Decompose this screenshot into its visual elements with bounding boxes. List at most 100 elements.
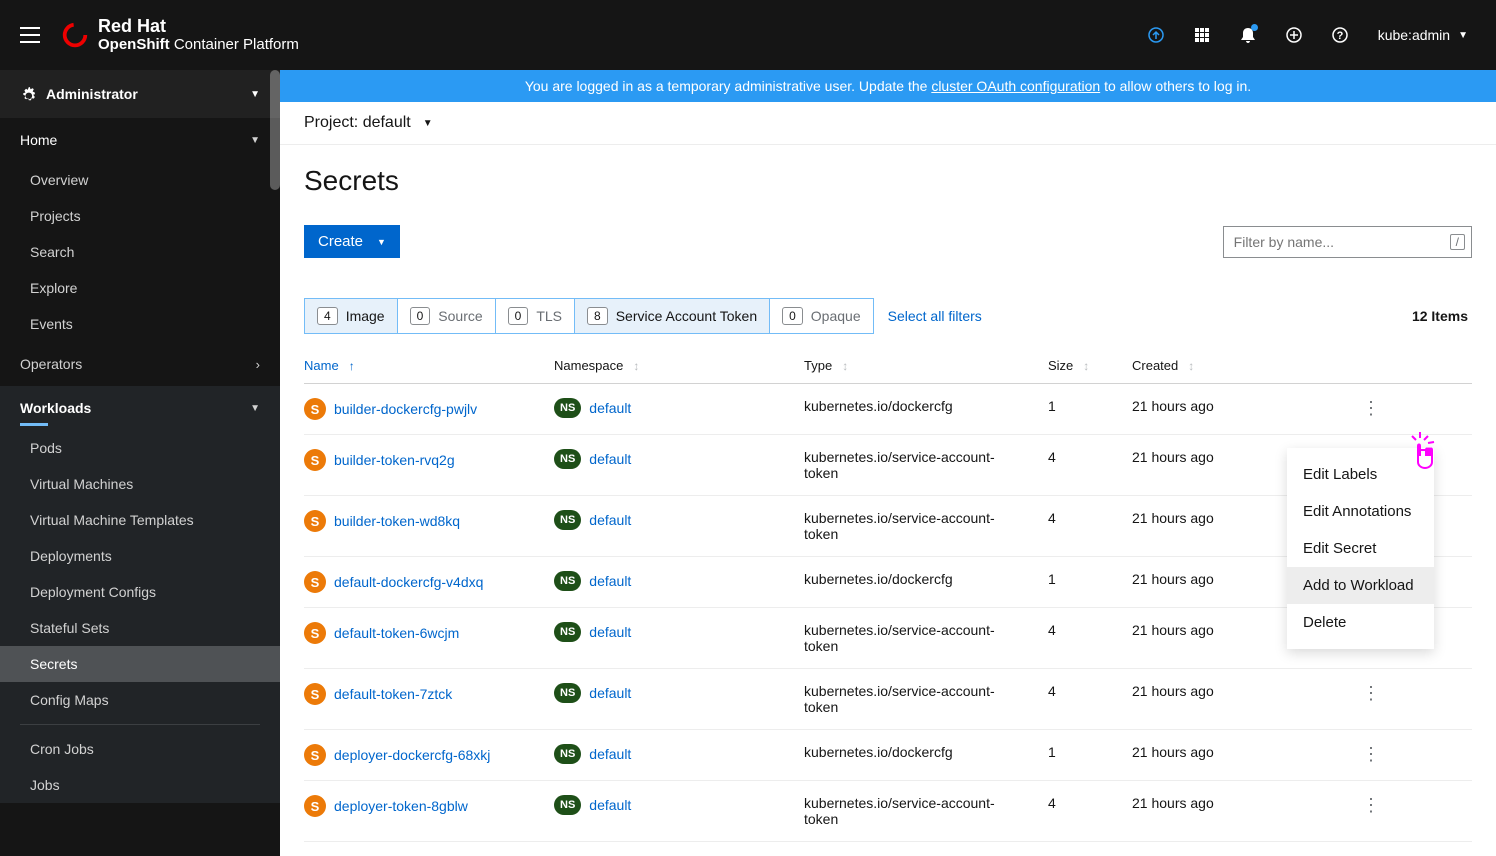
sidebar-item-stateful-sets[interactable]: Stateful Sets xyxy=(0,610,280,646)
menu-item-delete[interactable]: Delete xyxy=(1287,604,1434,641)
kebab-button[interactable]: ⋮ xyxy=(1362,398,1412,419)
create-button[interactable]: Create ▼ xyxy=(304,225,400,258)
cell-namespace: NSdefault xyxy=(554,622,804,642)
cell-type: kubernetes.io/service-account-token xyxy=(804,510,1048,542)
nav-operators: Operators › xyxy=(0,342,280,386)
namespace-link[interactable]: default xyxy=(589,624,631,640)
shortcut-hint: / xyxy=(1450,234,1465,250)
secret-link[interactable]: builder-token-rvq2g xyxy=(334,452,455,468)
project-selector[interactable]: Project: default ▼ xyxy=(280,102,1496,145)
menu-item-add-to-workload[interactable]: Add to Workload xyxy=(1287,567,1434,604)
chevron-down-icon: ▼ xyxy=(250,403,260,414)
col-name[interactable]: Name↑ xyxy=(304,358,554,373)
menu-item-edit-secret[interactable]: Edit Secret xyxy=(1287,530,1434,567)
sidebar-item-secrets[interactable]: Secrets xyxy=(0,646,280,682)
menu-item-edit-annotations[interactable]: Edit Annotations xyxy=(1287,493,1434,530)
cell-name: Sdefault-token-6wcjm xyxy=(304,622,554,644)
namespace-badge-icon: NS xyxy=(554,398,581,418)
user-menu[interactable]: kube:admin ▼ xyxy=(1378,27,1468,43)
table-header: Name↑ Namespace↕ Type↕ Size↕ Created↕ xyxy=(304,346,1472,384)
secret-badge-icon: S xyxy=(304,795,326,817)
item-count: 12 Items xyxy=(1412,308,1472,324)
cell-size: 1 xyxy=(1048,571,1132,587)
col-actions xyxy=(1362,358,1412,373)
nav-header-workloads[interactable]: Workloads ▼ xyxy=(0,386,280,430)
col-created[interactable]: Created↕ xyxy=(1132,358,1362,373)
kebab-button[interactable]: ⋮ xyxy=(1362,744,1412,765)
namespace-link[interactable]: default xyxy=(589,573,631,589)
secret-link[interactable]: builder-dockercfg-pwjlv xyxy=(334,401,477,417)
sort-icon: ↕ xyxy=(1083,359,1089,373)
cell-size: 4 xyxy=(1048,449,1132,465)
filter-pill-opaque[interactable]: 0Opaque xyxy=(770,299,873,333)
bell-icon[interactable] xyxy=(1240,26,1256,44)
sidebar-item-virtual-machines[interactable]: Virtual Machines xyxy=(0,466,280,502)
sidebar-item-overview[interactable]: Overview xyxy=(0,162,280,198)
namespace-link[interactable]: default xyxy=(589,451,631,467)
sidebar-item-virtual-machine-templates[interactable]: Virtual Machine Templates xyxy=(0,502,280,538)
pill-label: Source xyxy=(438,308,482,324)
col-namespace[interactable]: Namespace↕ xyxy=(554,358,804,373)
menu-item-edit-labels[interactable]: Edit Labels xyxy=(1287,456,1434,493)
col-size[interactable]: Size↕ xyxy=(1048,358,1132,373)
toolbar: Create ▼ / xyxy=(304,225,1472,258)
sidebar-item-projects[interactable]: Projects xyxy=(0,198,280,234)
sidebar-item-cron-jobs[interactable]: Cron Jobs xyxy=(0,731,280,767)
filter-pill-tls[interactable]: 0TLS xyxy=(496,299,575,333)
namespace-link[interactable]: default xyxy=(589,746,631,762)
brand[interactable]: Red Hat OpenShift Container Platform xyxy=(60,17,299,53)
cell-type: kubernetes.io/service-account-token xyxy=(804,449,1048,481)
sidebar-item-events[interactable]: Events xyxy=(0,306,280,342)
perspective-switcher[interactable]: Administrator ▼ xyxy=(0,70,280,118)
secret-link[interactable]: deployer-dockercfg-68xkj xyxy=(334,747,490,763)
filter-pill-source[interactable]: 0 Source xyxy=(398,299,496,333)
namespace-link[interactable]: default xyxy=(589,797,631,813)
apps-icon[interactable] xyxy=(1194,27,1210,43)
svg-text:?: ? xyxy=(1336,30,1343,42)
cell-size: 1 xyxy=(1048,744,1132,760)
sidebar-item-pods[interactable]: Pods xyxy=(0,430,280,466)
oauth-link[interactable]: cluster OAuth configuration xyxy=(931,78,1100,94)
secret-link[interactable]: default-token-6wcjm xyxy=(334,625,459,641)
namespace-link[interactable]: default xyxy=(589,512,631,528)
sidebar-item-search[interactable]: Search xyxy=(0,234,280,270)
sidebar-item-deployment-configs[interactable]: Deployment Configs xyxy=(0,574,280,610)
caret-down-icon: ▼ xyxy=(1458,30,1468,41)
caret-down-icon: ▼ xyxy=(377,237,386,247)
sidebar-item-explore[interactable]: Explore xyxy=(0,270,280,306)
namespace-link[interactable]: default xyxy=(589,400,631,416)
sidebar-item-deployments[interactable]: Deployments xyxy=(0,538,280,574)
sidebar-item-config-maps[interactable]: Config Maps xyxy=(0,682,280,718)
kebab-button[interactable]: ⋮ xyxy=(1362,683,1412,704)
secret-link[interactable]: builder-token-wd8kq xyxy=(334,513,460,529)
plus-icon[interactable] xyxy=(1286,27,1302,43)
pill-count: 0 xyxy=(782,307,803,325)
pill-count: 0 xyxy=(410,307,431,325)
secret-link[interactable]: deployer-token-8gblw xyxy=(334,798,468,814)
nav-toggle[interactable] xyxy=(0,27,60,43)
cell-created: 21 hours ago xyxy=(1132,744,1362,760)
namespace-badge-icon: NS xyxy=(554,571,581,591)
filter-pill-service-account-token[interactable]: 8Service Account Token xyxy=(575,299,770,333)
secret-link[interactable]: default-token-7ztck xyxy=(334,686,452,702)
kebab-button[interactable]: ⋮ xyxy=(1362,795,1412,816)
namespace-badge-icon: NS xyxy=(554,744,581,764)
secret-link[interactable]: default-dockercfg-v4dxq xyxy=(334,574,483,590)
namespace-badge-icon: NS xyxy=(554,449,581,469)
nav-header-home[interactable]: Home ▼ xyxy=(0,118,280,162)
filter-input[interactable] xyxy=(1224,227,1444,257)
sort-asc-icon: ↑ xyxy=(349,359,355,373)
cell-namespace: NSdefault xyxy=(554,795,804,815)
cell-namespace: NS default xyxy=(554,449,804,469)
help-icon[interactable]: ? xyxy=(1332,27,1348,43)
kebab-dropdown: Edit LabelsEdit AnnotationsEdit SecretAd… xyxy=(1287,448,1434,649)
namespace-link[interactable]: default xyxy=(589,685,631,701)
cell-name: Sdefault-token-7ztck xyxy=(304,683,554,705)
import-icon[interactable] xyxy=(1148,27,1164,43)
nav-header-operators[interactable]: Operators › xyxy=(0,342,280,386)
sidebar-item-jobs[interactable]: Jobs xyxy=(0,767,280,803)
cell-namespace: NS default xyxy=(554,398,804,418)
filter-pill-image[interactable]: 4Image xyxy=(305,299,398,333)
table-row: Sdefault-token-7ztckNSdefaultkubernetes.… xyxy=(304,669,1472,730)
select-all-filters[interactable]: Select all filters xyxy=(888,308,982,324)
